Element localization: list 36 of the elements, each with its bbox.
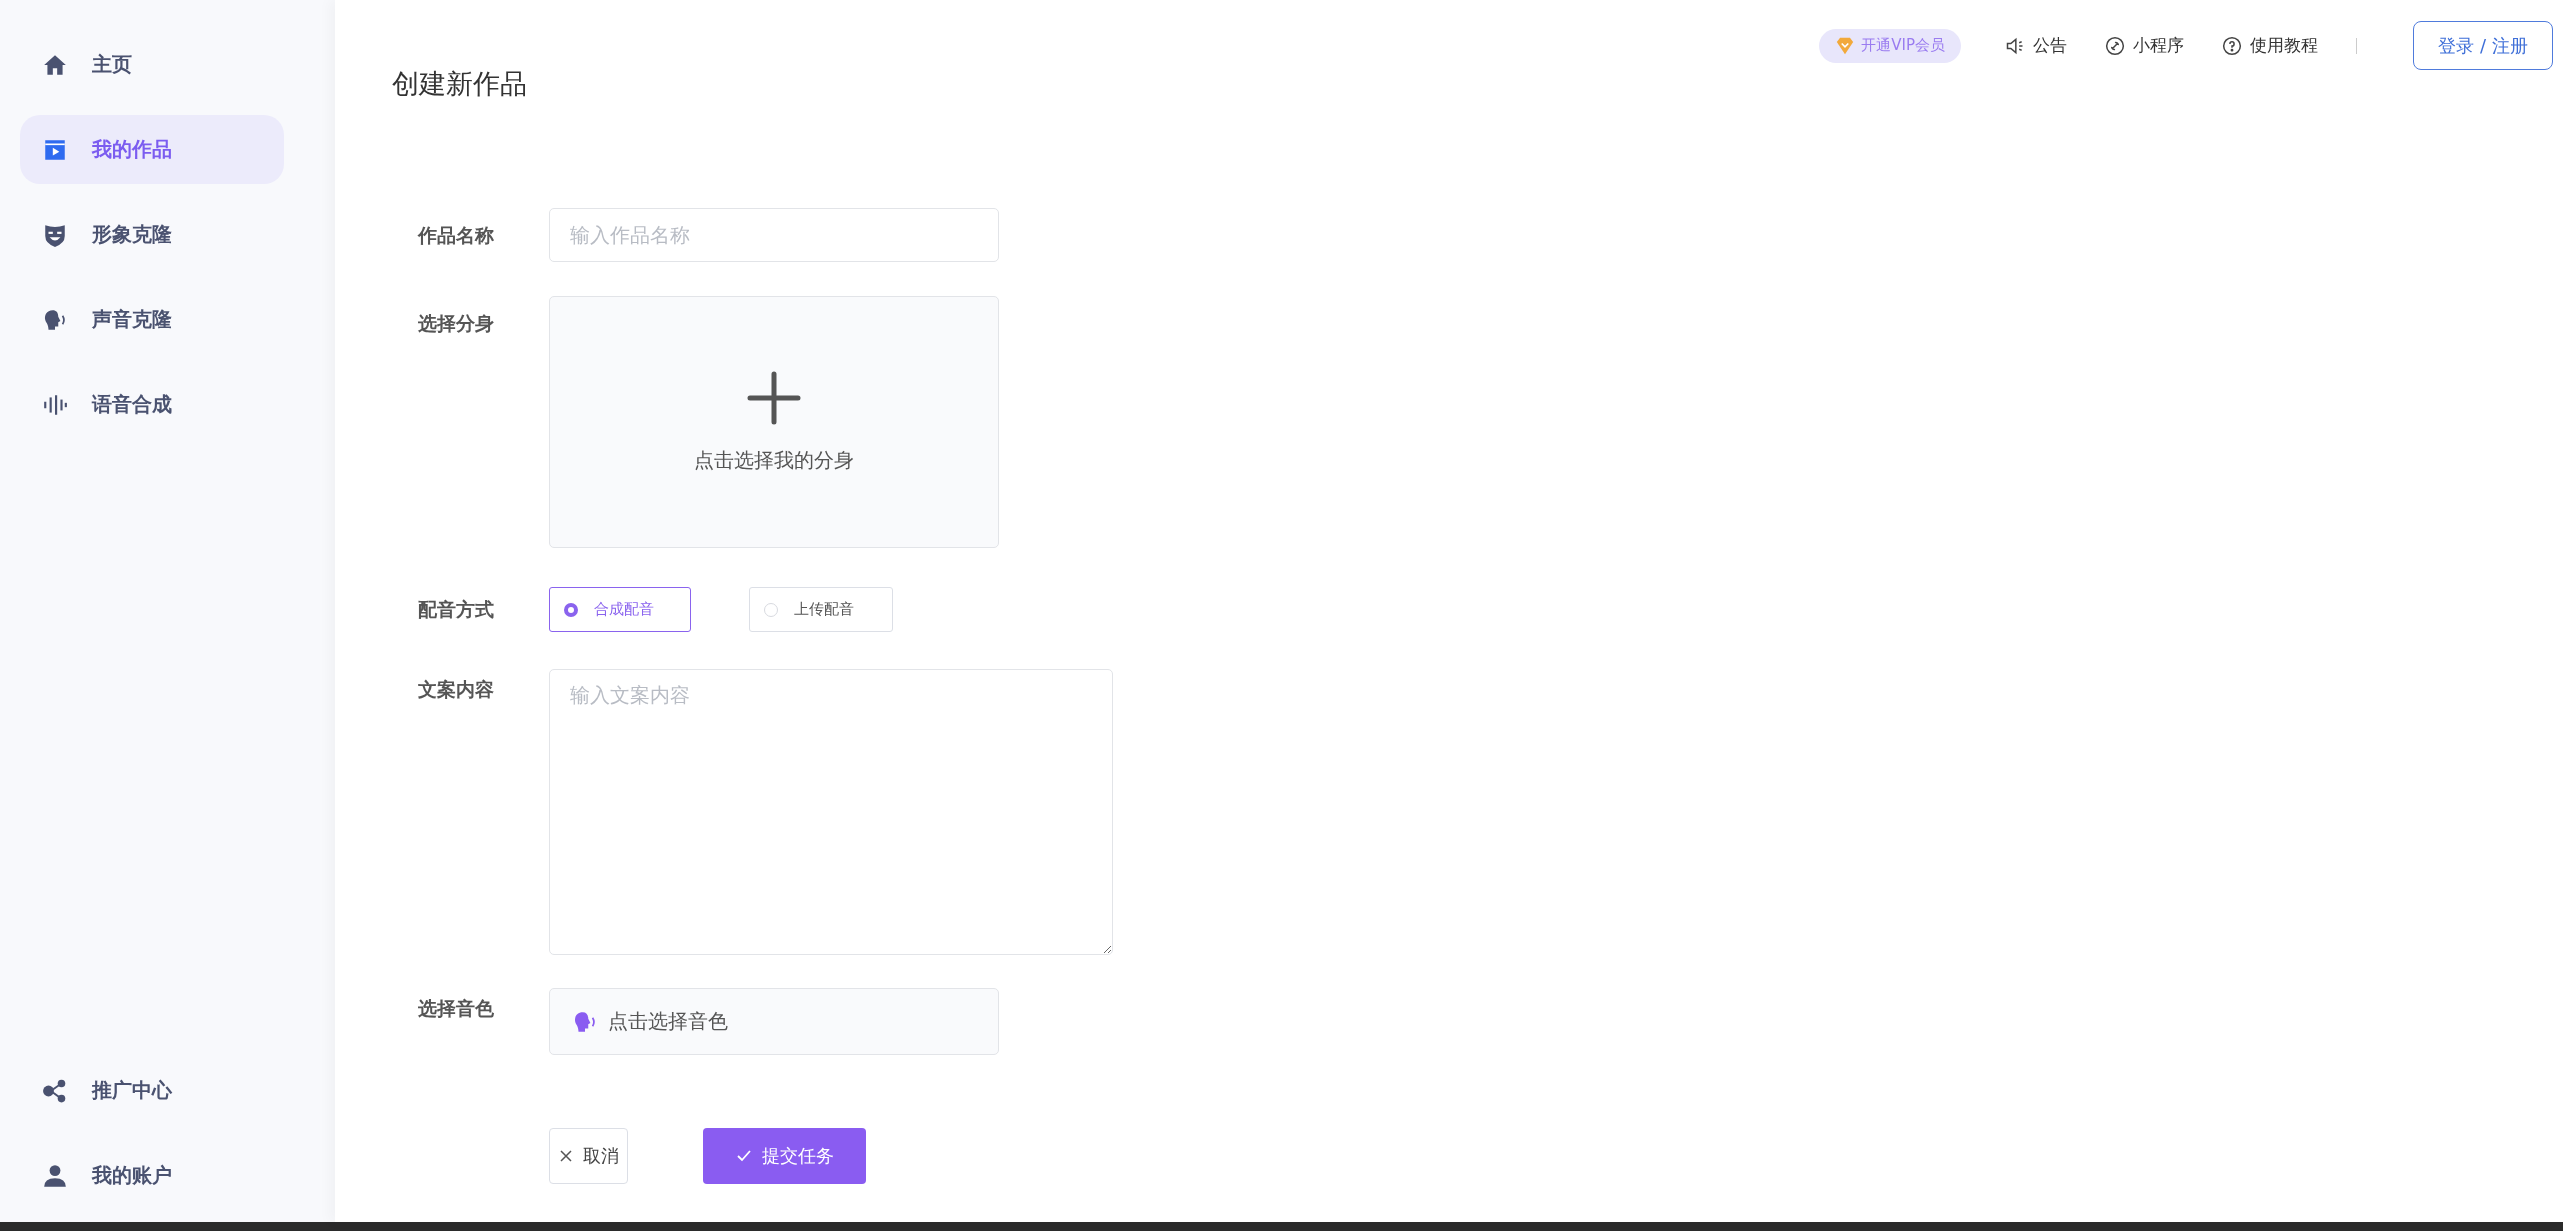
sidebar-item[interactable]: 我的作品 (20, 115, 284, 184)
diamond-icon (1835, 36, 1856, 55)
cancel-button[interactable]: 取消 (549, 1128, 628, 1184)
sidebar-item[interactable]: 我的账户 (20, 1141, 284, 1210)
avatar-hint: 点击选择我的分身 (694, 446, 854, 474)
sidebar-item[interactable]: 形象克隆 (20, 200, 284, 269)
submit-button[interactable]: 提交任务 (703, 1128, 866, 1184)
header-link[interactable]: 使用教程 (2222, 34, 2318, 57)
field-label: 文案内容 (418, 677, 495, 702)
voice-hint: 点击选择音色 (608, 1008, 728, 1035)
link-icon (2105, 35, 2125, 56)
plus-icon (747, 370, 801, 425)
user-icon (42, 1162, 68, 1189)
sidebar-item[interactable]: 推广中心 (20, 1056, 284, 1125)
header-link[interactable]: 小程序 (2105, 34, 2184, 57)
field-label: 选择音色 (418, 996, 495, 1021)
name-input[interactable]: 输入作品名称 (549, 208, 999, 262)
voice-picker[interactable]: 点击选择音色 (549, 988, 999, 1055)
check-icon (735, 1148, 752, 1164)
sidebar-item[interactable]: 主页 (20, 30, 284, 99)
page-title: 创建新作品 (392, 67, 527, 101)
share-icon (42, 1077, 68, 1104)
avatar-picker[interactable]: 点击选择我的分身 (549, 296, 999, 548)
field-label: 配音方式 (418, 597, 495, 622)
field-label: 选择分身 (418, 311, 495, 336)
speaker-icon (2005, 35, 2025, 56)
radio-option[interactable]: 合成配音 (549, 587, 691, 632)
field-label: 作品名称 (418, 223, 495, 248)
header-link[interactable]: 公告 (2005, 34, 2067, 57)
help-icon (2222, 35, 2242, 56)
script-textarea[interactable]: 输入文案内容 (549, 669, 1113, 955)
radio-option[interactable]: 上传配音 (749, 587, 893, 632)
login-button[interactable]: 登录 / 注册 (2413, 21, 2553, 70)
close-icon (558, 1149, 573, 1163)
sidebar-item[interactable]: 声音克隆 (20, 285, 284, 354)
sidebar-item[interactable]: 语音合成 (20, 370, 284, 439)
